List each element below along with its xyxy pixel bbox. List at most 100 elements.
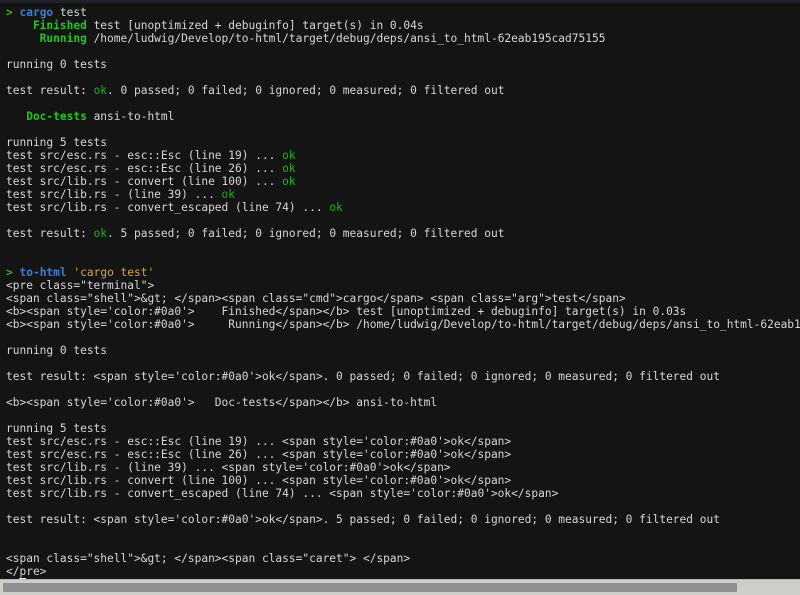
terminal-line: test result: ok. 0 passed; 0 failed; 0 i… (6, 84, 800, 97)
terminal-line: <pre class="terminal"> (6, 279, 800, 292)
terminal-text-span: </pre> (6, 565, 47, 578)
terminal-line (6, 123, 800, 136)
terminal-text-span: running 0 tests (6, 344, 108, 357)
terminal-text-span: Doc-tests (6, 110, 87, 123)
terminal-text-span: > (6, 266, 20, 279)
terminal-text-span: test result: (6, 227, 94, 240)
terminal-line: <span class="shell">&gt; </span><span cl… (6, 292, 800, 305)
terminal-text-span: test src/esc.rs - esc::Esc (line 19) ...… (6, 435, 512, 448)
terminal-text-span (6, 409, 13, 422)
terminal-text-span (6, 383, 13, 396)
terminal-line (6, 526, 800, 539)
terminal-line (6, 45, 800, 58)
terminal-text-span: <b><span style='color:#0a0'> Doc-tests</… (6, 396, 438, 409)
terminal-text-span: <span class="shell">&gt; </span><span cl… (6, 292, 626, 305)
terminal-text-span: test src/esc.rs - esc::Esc (line 26) ...… (6, 448, 512, 461)
terminal-text-span: test src/lib.rs - (line 39) ... <span st… (6, 461, 451, 474)
terminal-line: Doc-tests ansi-to-html (6, 110, 800, 123)
terminal-line: running 0 tests (6, 344, 800, 357)
terminal-text-span: /home/ludwig/Develop/to-html/target/debu… (86, 32, 606, 45)
terminal-text-span: running 0 tests (6, 58, 108, 71)
terminal-line: test src/lib.rs - convert_escaped (line … (6, 487, 800, 500)
terminal-text-span (6, 500, 13, 513)
terminal-line: <b><span style='color:#0a0'> Doc-tests</… (6, 396, 800, 409)
terminal-line: <b><span style='color:#0a0'> Running</sp… (6, 318, 800, 331)
terminal-line: test src/lib.rs - convert (line 100) ...… (6, 474, 800, 487)
terminal-line: test src/lib.rs - convert_escaped (line … (6, 201, 800, 214)
terminal-text-span: <b><span style='color:#0a0'> Running</sp… (6, 318, 800, 331)
terminal-text-span: test src/lib.rs - convert (line 100) ... (6, 175, 283, 188)
terminal-text-span: test result: (6, 84, 94, 97)
terminal-line: test result: <span style='color:#0a0'>ok… (6, 513, 800, 526)
terminal-line (6, 331, 800, 344)
terminal-line (6, 383, 800, 396)
terminal-text-span (6, 253, 13, 266)
terminal-line (6, 240, 800, 253)
terminal-text-span: Finished (6, 19, 87, 32)
terminal-text-span: <b><span style='color:#0a0'> Finished</s… (6, 305, 687, 318)
terminal-line (6, 253, 800, 266)
terminal-text-span: > (6, 6, 20, 19)
terminal-line: > cargo test (6, 6, 800, 19)
terminal-text-span: . 5 passed; 0 failed; 0 ignored; 0 measu… (107, 227, 505, 240)
terminal-text-span: ansi-to-html (86, 110, 175, 123)
terminal-line: test result: ok. 5 passed; 0 failed; 0 i… (6, 227, 800, 240)
terminal-text-span: ok (93, 84, 108, 97)
terminal-text-span: ok (282, 149, 296, 162)
terminal-text-span: ok (221, 188, 236, 201)
terminal-text-span (6, 214, 13, 227)
terminal-line: test src/esc.rs - esc::Esc (line 19) ...… (6, 435, 800, 448)
terminal-text-span: test result: <span style='color:#0a0'>ok… (6, 370, 720, 383)
terminal-text-span: test src/lib.rs - convert_escaped (line … (6, 487, 559, 500)
terminal-line (6, 539, 800, 552)
terminal-text-span: test result: <span style='color:#0a0'>ok… (6, 513, 720, 526)
terminal-text-span: running 5 tests (6, 136, 108, 149)
terminal-line-list: > cargo test Finished test [unoptimized … (6, 6, 800, 579)
terminal-text-span (6, 357, 13, 370)
terminal-line: test src/esc.rs - esc::Esc (line 26) ...… (6, 448, 800, 461)
terminal-text-span (6, 123, 13, 136)
terminal-text-span (6, 97, 13, 110)
terminal-line: Finished test [unoptimized + debuginfo] … (6, 19, 800, 32)
terminal-text-span: ok (93, 227, 108, 240)
terminal-text-span: <pre class="terminal"> (6, 279, 155, 292)
terminal-text-span (6, 539, 13, 552)
terminal-text-span: Running (6, 32, 87, 45)
terminal-text-span (6, 331, 13, 344)
terminal-text-span: test [unoptimized + debuginfo] target(s)… (86, 19, 424, 32)
terminal-line: Running /home/ludwig/Develop/to-html/tar… (6, 32, 800, 45)
terminal-text-span: test src/esc.rs - esc::Esc (line 19) ... (6, 149, 283, 162)
terminal-text-span: test src/lib.rs - convert_escaped (line … (6, 201, 330, 214)
terminal-line: running 0 tests (6, 58, 800, 71)
terminal-line: > to-html 'cargo test' (6, 266, 800, 279)
terminal-line (6, 97, 800, 110)
terminal-text-span (6, 526, 13, 539)
terminal-text-span: running 5 tests (6, 422, 108, 435)
terminal-text-span: ok (282, 175, 296, 188)
terminal-line: test src/lib.rs - convert (line 100) ...… (6, 175, 800, 188)
terminal-line: running 5 tests (6, 136, 800, 149)
horizontal-scrollbar[interactable] (0, 579, 800, 595)
terminal-text-span: . 0 passed; 0 failed; 0 ignored; 0 measu… (107, 84, 505, 97)
terminal-text-span: test (53, 6, 87, 19)
terminal-text-span (6, 45, 13, 58)
terminal-line: test src/esc.rs - esc::Esc (line 19) ...… (6, 149, 800, 162)
terminal-line: <b><span style='color:#0a0'> Finished</s… (6, 305, 800, 318)
terminal-text-span: <span class="shell">&gt; </span><span cl… (6, 552, 411, 565)
terminal-text-span (6, 240, 13, 253)
terminal-line: test src/lib.rs - (line 39) ... ok (6, 188, 800, 201)
terminal-line: test src/esc.rs - esc::Esc (line 26) ...… (6, 162, 800, 175)
terminal-output-area[interactable]: > cargo test Finished test [unoptimized … (0, 3, 800, 579)
terminal-text-span: cargo (19, 6, 54, 19)
horizontal-scrollbar-thumb[interactable] (3, 583, 737, 592)
terminal-line: <span class="shell">&gt; </span><span cl… (6, 552, 800, 565)
terminal-line: running 5 tests (6, 422, 800, 435)
terminal-line: test result: <span style='color:#0a0'>ok… (6, 370, 800, 383)
terminal-text-span: to-html (19, 266, 67, 279)
terminal-text-span: test src/esc.rs - esc::Esc (line 26) ... (6, 162, 283, 175)
terminal-text-span (6, 71, 13, 84)
terminal-line (6, 409, 800, 422)
terminal-line (6, 214, 800, 227)
terminal-line: </pre> (6, 565, 800, 578)
terminal-line (6, 357, 800, 370)
